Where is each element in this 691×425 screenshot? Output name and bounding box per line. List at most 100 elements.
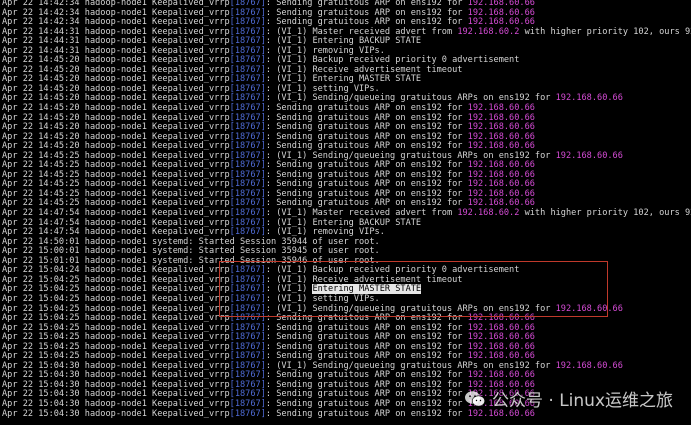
log-pid: [18767] (229, 26, 266, 37)
log-message: : Sending gratuitous ARP on ens192 for (265, 379, 468, 390)
log-ip: 192.168.60.66 (555, 360, 623, 371)
log-prefix: Apr 22 14:45:25 hadoop-node1 Keepalived_… (2, 198, 230, 209)
log-message: : (VI_1) Sending/queueing gratuitous ARP… (265, 360, 556, 371)
log-message: : Sending gratuitous ARP on ens192 for (265, 341, 468, 352)
log-pid: [18767] (229, 341, 266, 352)
log-pid: [18767] (229, 351, 266, 362)
log-pid: [18767] (229, 83, 266, 94)
watermark: 公众号 · Linux运维之旅 (464, 386, 673, 411)
log-message: : Sending gratuitous ARP on ens192 for (265, 313, 468, 324)
log-pid: [18767] (229, 217, 266, 228)
log-pid: [18767] (229, 74, 266, 85)
log-message: : (VI_1) setting VIPs. (265, 83, 380, 94)
log-message: : (VI_1) Entering BACKUP STATE (265, 36, 422, 47)
log-message: : Sending gratuitous ARP on ens192 for (265, 389, 468, 400)
log-message: : (VI_1) Sending/queueing gratuitous ARP… (265, 303, 556, 314)
log-message: : Sending gratuitous ARP on ens192 for (265, 131, 468, 142)
log-prefix: Apr 22 14:47:54 hadoop-node1 Keepalived_… (2, 208, 230, 219)
log-ip: 192.168.60.66 (467, 17, 535, 28)
log-pid: [18767] (229, 55, 266, 66)
log-prefix: Apr 22 15:04:30 hadoop-node1 Keepalived_… (2, 360, 230, 371)
log-ip: 192.168.60.66 (467, 103, 535, 114)
log-pid: [18767] (229, 122, 266, 133)
log-ip: 192.168.60.66 (467, 160, 535, 171)
log-pid: [18767] (229, 179, 266, 190)
log-message: : Sending gratuitous ARP on ens192 for (265, 198, 468, 209)
log-pid: [18767] (229, 408, 266, 419)
wechat-icon (464, 390, 486, 408)
log-message: : Sending gratuitous ARP on ens192 for (265, 122, 468, 133)
log-message: : (VI_1) Receive advertisement timeout (265, 274, 463, 285)
log-message: : (VI_1) Receive advertisement timeout (265, 64, 463, 75)
log-ip: 192.168.60.2 (457, 26, 520, 37)
log-pid: [18767] (229, 227, 266, 238)
log-prefix: Apr 22 14:44:31 hadoop-node1 Keepalived_… (2, 45, 230, 56)
log-prefix: Apr 22 14:45:25 hadoop-node1 Keepalived_… (2, 169, 230, 180)
log-message: : (VI_1) removing VIPs. (265, 227, 385, 238)
log-message: : (VI_1) (265, 284, 313, 295)
log-ip: 192.168.60.66 (467, 179, 535, 190)
log-ip: 192.168.60.66 (467, 370, 535, 381)
log-prefix: Apr 22 15:04:25 hadoop-node1 Keepalived_… (2, 293, 230, 304)
terminal-window[interactable]: Apr 22 14:42:34 hadoop-node1 Keepalived_… (0, 0, 691, 425)
log-prefix: Apr 22 15:04:24 hadoop-node1 Keepalived_… (2, 265, 230, 276)
log-pid: [18767] (229, 45, 266, 56)
log-ip: 192.168.60.66 (467, 322, 535, 333)
log-pid: [18767] (229, 131, 266, 142)
log-prefix: Apr 22 14:47:54 hadoop-node1 Keepalived_… (2, 217, 230, 228)
log-prefix: Apr 22 15:00:01 hadoop-node1 systemd: St… (2, 246, 380, 257)
log-pid: [18767] (229, 370, 266, 381)
log-prefix: Apr 22 14:45:20 hadoop-node1 Keepalived_… (2, 93, 230, 104)
log-ip: 192.168.60.66 (467, 131, 535, 142)
log-message: : (VI_1) Entering BACKUP STATE (265, 217, 422, 228)
log-prefix: Apr 22 15:04:25 hadoop-node1 Keepalived_… (2, 332, 230, 343)
log-prefix: Apr 22 14:45:20 hadoop-node1 Keepalived_… (2, 103, 230, 114)
log-ip: 192.168.60.66 (467, 313, 535, 324)
log-message: : Sending gratuitous ARP on ens192 for (265, 169, 468, 180)
log-ip: 192.168.60.66 (467, 122, 535, 133)
log-prefix: Apr 22 14:45:20 hadoop-node1 Keepalived_… (2, 74, 230, 85)
log-pid: [18767] (229, 169, 266, 180)
log-message: : (VI_1) Sending/queueing gratuitous ARP… (265, 150, 556, 161)
log-prefix: Apr 22 15:04:25 hadoop-node1 Keepalived_… (2, 303, 230, 314)
log-prefix: Apr 22 15:04:25 hadoop-node1 Keepalived_… (2, 351, 230, 362)
log-prefix: Apr 22 14:44:31 hadoop-node1 Keepalived_… (2, 26, 230, 37)
log-pid: [18767] (229, 112, 266, 123)
log-pid: [18767] (229, 208, 266, 219)
log-ip: 192.168.60.66 (467, 141, 535, 152)
log-message: : Sending gratuitous ARP on ens192 for (265, 103, 468, 114)
log-pid: [18767] (229, 265, 266, 276)
log-prefix: Apr 22 14:45:25 hadoop-node1 Keepalived_… (2, 160, 230, 171)
log-message: : (VI_1) Master received advert from (265, 208, 458, 219)
log-prefix: Apr 22 14:50:01 hadoop-node1 systemd: St… (2, 236, 380, 247)
log-pid: [18767] (229, 160, 266, 171)
log-pid: [18767] (229, 36, 266, 47)
log-message: : Sending gratuitous ARP on ens192 for (265, 7, 468, 18)
log-ip: 192.168.60.66 (467, 7, 535, 18)
log-ip: 192.168.60.66 (467, 341, 535, 352)
log-message: : (VI_1) Entering MASTER STATE (265, 74, 422, 85)
log-pid: [18767] (229, 293, 266, 304)
log-pid: [18767] (229, 103, 266, 114)
log-pid: [18767] (229, 360, 266, 371)
log-message: : Sending gratuitous ARP on ens192 for (265, 160, 468, 171)
log-prefix: Apr 22 15:01:01 hadoop-node1 systemd: St… (2, 255, 380, 266)
log-prefix: Apr 22 15:04:25 hadoop-node1 Keepalived_… (2, 341, 230, 352)
log-pid: [18767] (229, 188, 266, 199)
log-message: : (VI_1) removing VIPs. (265, 45, 385, 56)
log-prefix: Apr 22 15:04:25 hadoop-node1 Keepalived_… (2, 313, 230, 324)
log-prefix: Apr 22 14:44:31 hadoop-node1 Keepalived_… (2, 36, 230, 47)
log-prefix: Apr 22 14:42:34 hadoop-node1 Keepalived_… (2, 7, 230, 18)
log-prefix: Apr 22 14:45:20 hadoop-node1 Keepalived_… (2, 55, 230, 66)
log-prefix: Apr 22 14:45:20 hadoop-node1 Keepalived_… (2, 64, 230, 75)
log-pid: [18767] (229, 150, 266, 161)
log-ip: 192.168.60.2 (457, 208, 520, 219)
log-message: : Sending gratuitous ARP on ens192 for (265, 351, 468, 362)
log-message: : (VI_1) Backup received priority 0 adve… (265, 55, 520, 66)
log-prefix: Apr 22 14:45:20 hadoop-node1 Keepalived_… (2, 112, 230, 123)
log-pid: [18767] (229, 64, 266, 75)
log-pid: [18767] (229, 284, 266, 295)
log-ip: 192.168.60.66 (555, 93, 623, 104)
log-prefix: Apr 22 15:04:30 hadoop-node1 Keepalived_… (2, 370, 230, 381)
log-message: : Sending gratuitous ARP on ens192 for (265, 179, 468, 190)
